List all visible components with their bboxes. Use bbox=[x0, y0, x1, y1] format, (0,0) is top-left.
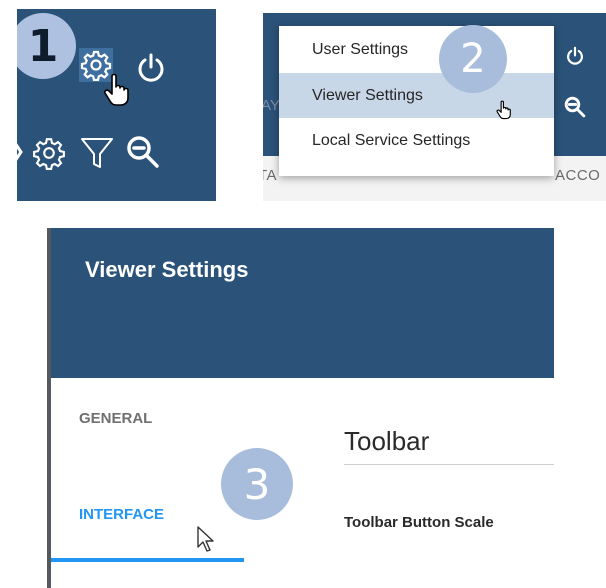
tab-general[interactable]: GENERAL bbox=[79, 410, 152, 427]
menu-item-label: Local Service Settings bbox=[312, 131, 471, 149]
settings-menu-panel-step-2: AY TA ACCO User Settings Viewer Settings bbox=[263, 13, 606, 201]
menu-item-viewer-settings[interactable]: Viewer Settings bbox=[279, 73, 554, 118]
step-badge: 2 bbox=[439, 25, 507, 93]
gear-icon[interactable] bbox=[32, 136, 66, 170]
hand-pointer-cursor-icon bbox=[496, 99, 512, 121]
settings-dropdown-menu: User Settings Viewer Settings Local Serv… bbox=[279, 26, 554, 176]
left-strip-text: TA bbox=[263, 167, 278, 184]
zoom-out-icon[interactable] bbox=[124, 133, 162, 171]
arrow-cursor-icon bbox=[197, 526, 215, 554]
section-title: Toolbar bbox=[344, 426, 430, 456]
partial-icon bbox=[17, 141, 23, 163]
zoom-out-icon[interactable] bbox=[563, 95, 587, 119]
left-edge-text: AY bbox=[263, 97, 280, 114]
menu-item-label: Viewer Settings bbox=[312, 86, 423, 104]
filter-icon[interactable] bbox=[79, 135, 115, 171]
menu-item-user-settings[interactable]: User Settings bbox=[279, 27, 554, 72]
power-icon[interactable] bbox=[565, 45, 585, 67]
step-badge: 1 bbox=[17, 13, 76, 79]
dialog-header bbox=[51, 228, 554, 378]
step-badge: 3 bbox=[221, 448, 293, 520]
field-label: Toolbar Button Scale bbox=[344, 514, 494, 531]
toolbar-panel-step-1: 1 bbox=[17, 9, 216, 201]
menu-item-local-service-settings[interactable]: Local Service Settings bbox=[279, 118, 554, 163]
active-tab-indicator bbox=[51, 558, 244, 562]
tab-interface[interactable]: INTERFACE bbox=[79, 506, 164, 523]
right-strip-text: ACCO bbox=[555, 167, 601, 184]
menu-item-label: User Settings bbox=[312, 40, 409, 58]
section-divider bbox=[344, 464, 554, 465]
hand-pointer-cursor-icon bbox=[103, 73, 131, 107]
viewer-settings-dialog-step-3: Viewer Settings GENERAL INTERFACE Toolba… bbox=[47, 228, 554, 588]
power-icon[interactable] bbox=[135, 52, 167, 84]
dialog-title: Viewer Settings bbox=[85, 257, 249, 282]
